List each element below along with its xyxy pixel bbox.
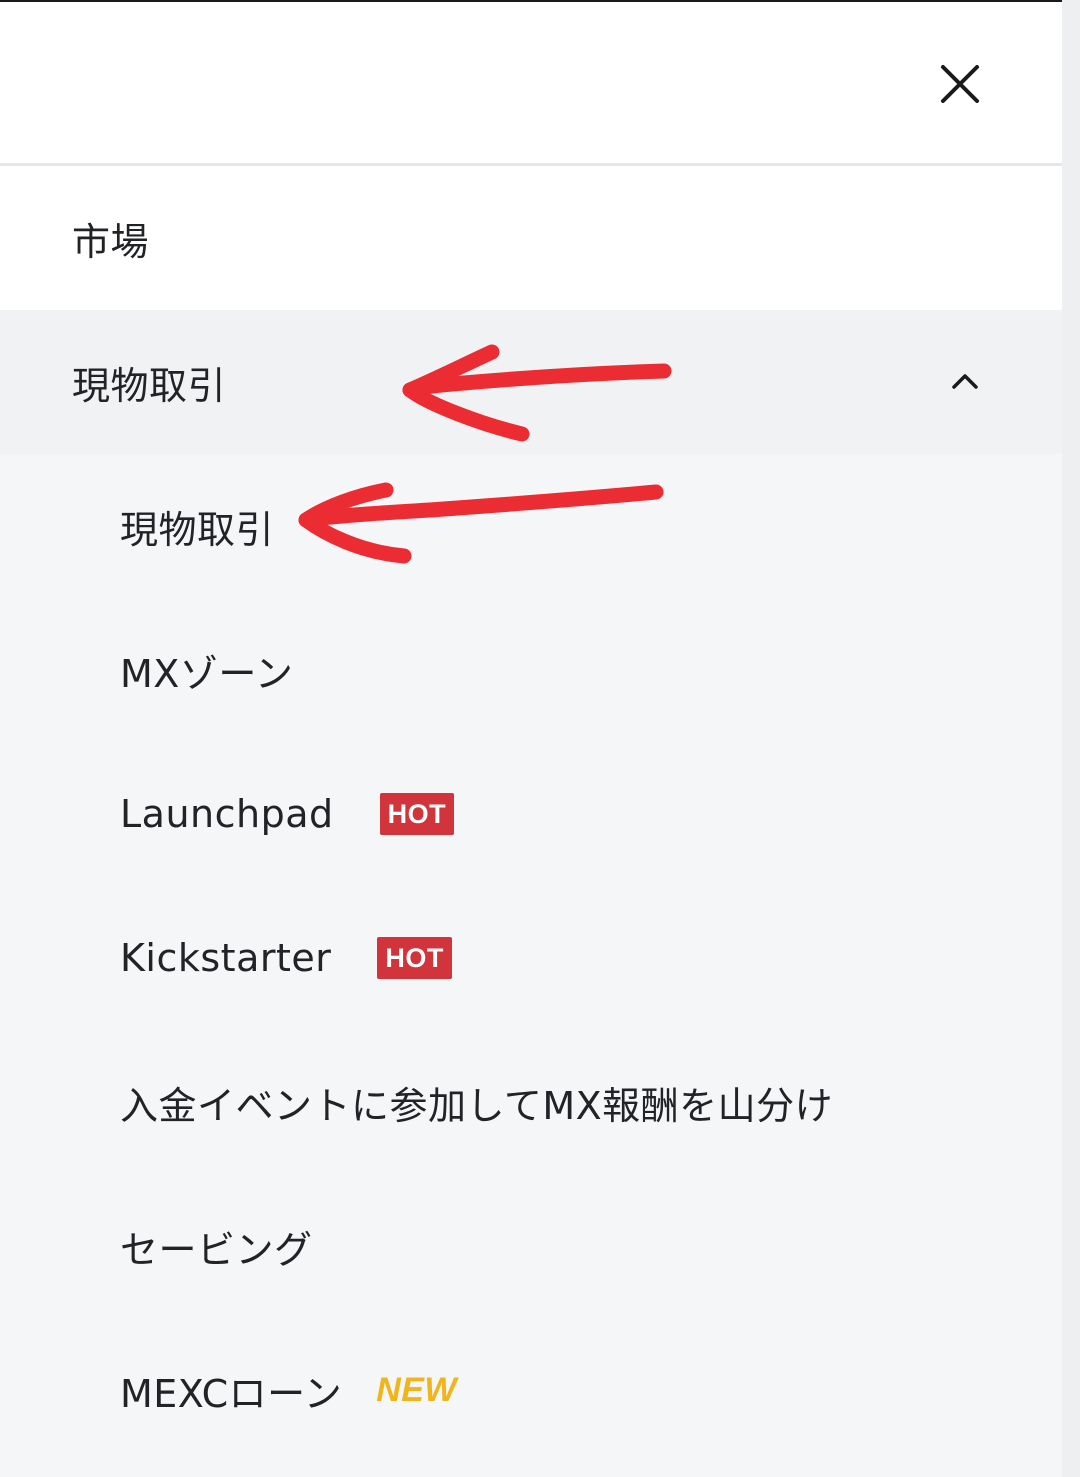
submenu-item-mx-zone[interactable]: MXゾーン: [0, 598, 1062, 742]
hot-badge: HOT: [379, 793, 455, 835]
submenu-item-label: MXゾーン: [120, 651, 294, 696]
screen: 市場 現物取引 現物取引 MXゾーン Launchpad HOT Kicksta: [0, 0, 1080, 1477]
background-strip: [1062, 0, 1080, 1477]
submenu-item-spot-trading[interactable]: 現物取引: [0, 454, 1062, 598]
submenu-item-label: Kickstarter: [120, 936, 332, 980]
submenu-item-savings[interactable]: セービング: [0, 1174, 1062, 1318]
menu-item-spot-trading[interactable]: 現物取引: [0, 310, 1062, 454]
hot-badge: HOT: [377, 937, 452, 979]
spot-submenu: 現物取引 MXゾーン Launchpad HOT Kickstarter HOT…: [0, 454, 1062, 1477]
submenu-item-mexc-loan[interactable]: MEXCローン NEW: [0, 1318, 1062, 1462]
submenu-item-label: MEXCローン: [120, 1371, 343, 1416]
submenu-item-label: 現物取引: [120, 507, 275, 552]
chevron-up-icon[interactable]: [948, 364, 982, 398]
navigation-drawer: 市場 現物取引 現物取引 MXゾーン Launchpad HOT Kicksta: [0, 2, 1062, 1477]
submenu-item-label: Launchpad: [120, 792, 334, 836]
submenu-item-deposit-event[interactable]: 入金イベントに参加してMX報酬を山分け: [0, 1030, 1062, 1174]
submenu-item-kickstarter[interactable]: Kickstarter HOT: [0, 886, 1062, 1030]
close-icon: [941, 65, 979, 103]
submenu-item-label: 入金イベントに参加してMX報酬を山分け: [120, 1083, 834, 1128]
submenu-item-label: セービング: [120, 1227, 313, 1272]
submenu-item-launchpad[interactable]: Launchpad HOT: [0, 742, 1062, 886]
drawer-header: [0, 2, 1062, 166]
new-badge: NEW: [376, 1370, 458, 1409]
close-button[interactable]: [934, 58, 986, 110]
menu-item-label: 市場: [72, 219, 150, 264]
menu-item-markets[interactable]: 市場: [0, 166, 1062, 310]
menu-item-label: 現物取引: [72, 363, 227, 408]
